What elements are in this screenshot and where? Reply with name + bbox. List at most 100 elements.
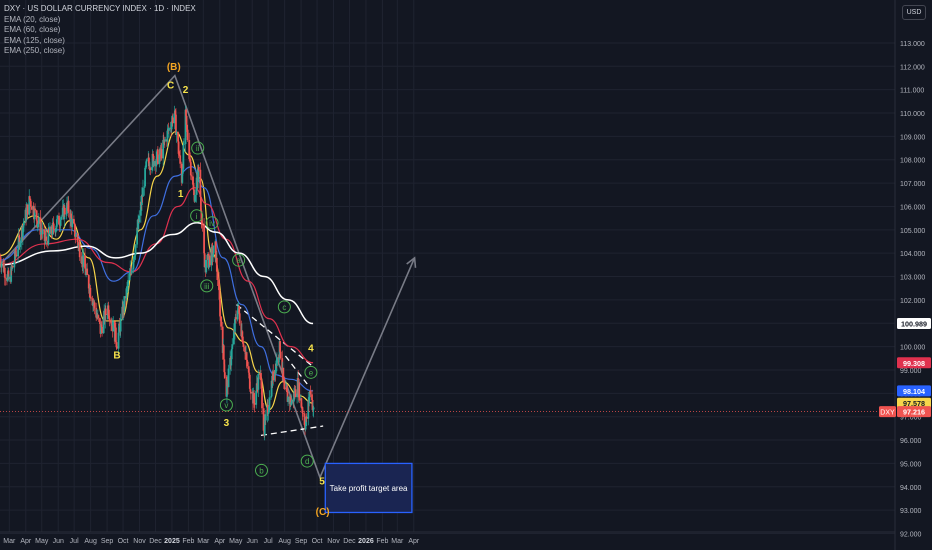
candle-body [35,210,38,221]
candle-body [257,374,260,390]
circle-label: a [236,256,241,265]
y-tick-label: 103.000 [900,275,925,282]
price-tag-value: 97.216 [903,408,925,417]
candle-body [60,216,63,220]
wave-label: 1 [178,189,184,200]
x-tick-label: Mar [197,538,210,545]
candle-body [41,229,44,235]
candle-body [185,109,187,116]
wave-label: C [167,80,174,91]
candle-body [156,149,159,164]
candle-body [312,407,315,410]
candle-body [283,382,286,389]
candle-body [128,272,131,281]
candle-body [235,317,237,320]
x-tick-label: Oct [312,538,323,545]
candle-body [190,175,193,177]
candle-body [4,277,7,279]
candle-body [282,367,285,379]
candle-body [142,187,144,197]
circle-label: iv [209,219,215,228]
candle-body [49,226,51,235]
candle-body [268,397,271,410]
circle-label: b [259,466,264,475]
y-tick-label: 93.000 [900,508,922,515]
candle-body [302,412,304,414]
candle-body [272,371,275,381]
candle-body [67,200,70,213]
candle-body [212,245,215,254]
candle-body [249,391,252,394]
candle-body [209,255,211,266]
wave-label: (B) [167,62,181,73]
candle-body [63,207,66,215]
candle-body [89,297,92,299]
candle-body [182,144,185,169]
currency-button[interactable]: USD [902,5,926,20]
candle-body [242,343,245,348]
y-tick-label: 104.000 [900,251,925,258]
candle-body [230,348,233,360]
wave-label: 5 [319,476,325,487]
wave-label: 2 [183,85,189,96]
circle-label: v [224,401,228,410]
y-tick-label: 94.000 [900,485,922,492]
candle-body [179,155,182,164]
candle-body [309,390,312,395]
candle-body [164,139,167,141]
candle-body [123,296,126,311]
y-tick-label: 95.000 [900,461,922,468]
candle-body [138,215,141,223]
price-chart[interactable]: Take profit target area (B)C 2B1345(C)iii… [0,0,932,550]
y-tick-label: 99.000 [900,368,922,375]
circle-label: d [305,457,309,466]
y-tick-label: 102.000 [900,298,925,305]
x-tick-label: Feb [182,538,194,545]
candle-body [119,318,122,332]
indicator-ema125[interactable]: EMA (125, close) [4,36,196,47]
x-tick-label: Jul [264,538,273,545]
indicator-ema250[interactable]: EMA (250, close) [4,46,196,57]
x-tick-label: Apr [408,538,420,545]
circle-label: c [282,303,286,312]
symbol-title[interactable]: DXY · US DOLLAR CURRENCY INDEX · 1D · IN… [4,4,196,15]
candle-body [294,389,297,398]
wave-label: (C) [316,507,330,518]
candle-body [279,351,282,359]
y-tick-label: 106.000 [900,204,925,211]
indicator-ema20[interactable]: EMA (20, close) [4,15,196,26]
candle-body [188,140,191,159]
x-tick-label: Dec [149,538,162,545]
y-tick-label: 96.000 [900,438,922,445]
candle-body [223,372,226,377]
x-tick-label: Apr [214,538,226,545]
candle-body [45,236,48,241]
x-tick-label: Jun [53,538,64,545]
candle-body [86,268,89,276]
candle-body [189,162,192,176]
indicator-ema60[interactable]: EMA (60, close) [4,25,196,36]
x-tick-label: Aug [278,538,291,545]
candle-body [30,206,33,210]
candle-body [56,215,59,220]
price-tag-value: 100.989 [901,320,927,329]
symbol-tag-label: DXY [880,410,895,417]
y-tick-label: 110.000 [900,111,925,118]
candle-body [75,234,77,237]
y-tick-label: 92.000 [900,532,922,539]
candle-body [26,204,29,215]
candle-body [8,276,10,280]
candle-body [149,168,152,171]
candle-body [264,414,267,421]
x-tick-label: Nov [133,538,146,545]
candle-body [186,129,189,141]
candle-body [97,315,100,319]
target-zone-label: Take profit target area [330,484,408,493]
x-tick-label: Jul [70,538,79,545]
x-tick-label: Nov [327,538,340,545]
candle-body [168,128,170,131]
circle-label: iii [204,282,210,291]
candle-body [153,161,156,166]
x-tick-label: May [35,538,49,545]
candle-body [201,222,204,225]
